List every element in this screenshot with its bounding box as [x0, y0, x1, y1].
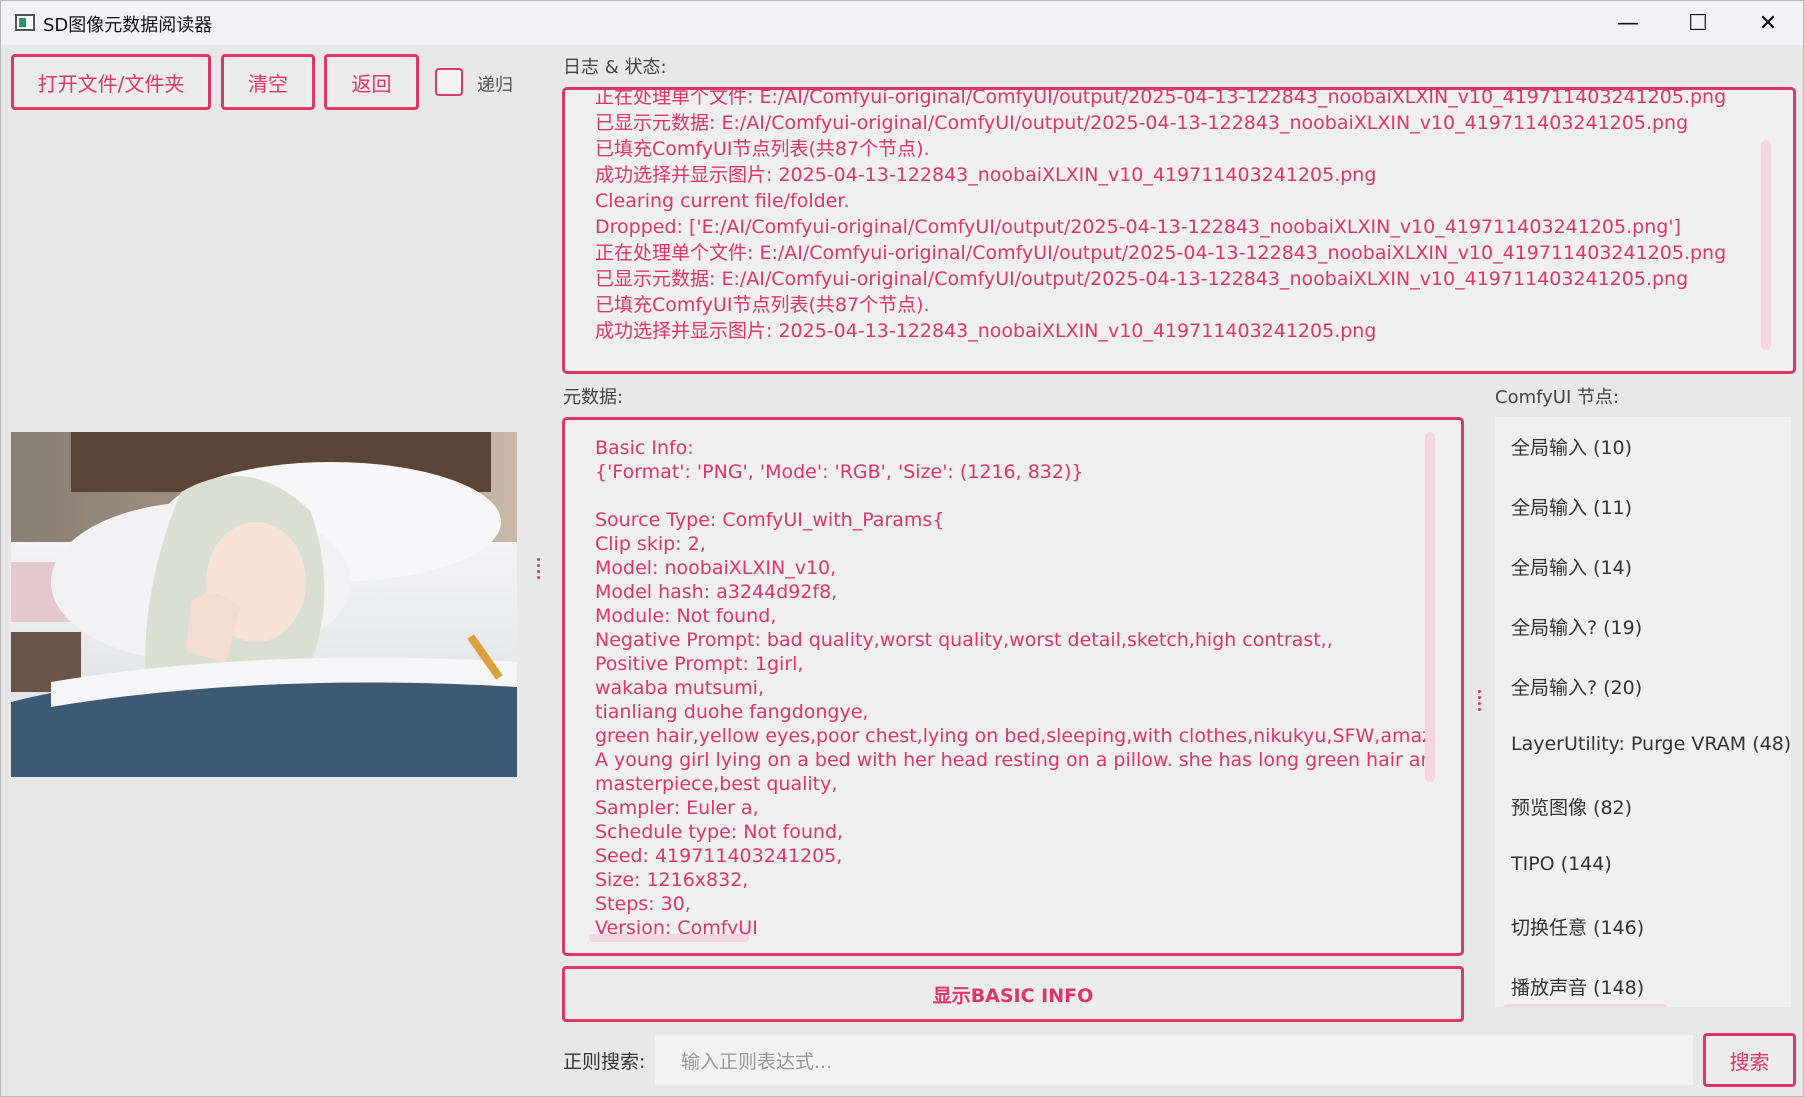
right-splitter-handle[interactable] [1478, 690, 1482, 714]
search-button[interactable]: 搜索 [1703, 1033, 1796, 1087]
image-preview [11, 432, 517, 777]
log-label: 日志 & 状态: [563, 57, 667, 78]
metadata-line: green hair,yellow eyes,poor chest,lying … [595, 725, 1435, 747]
node-list-item[interactable]: 切换任意 (146) [1511, 913, 1644, 940]
log-scrollbar[interactable] [1761, 140, 1771, 350]
maximize-icon[interactable]: ☐ [1663, 1, 1733, 45]
log-line: 正在处理单个文件: E:/AI/Comfyui-original/ComfyUI… [595, 242, 1727, 264]
log-line: 成功选择并显示图片: 2025-04-13-122843_noobaiXLXIN… [595, 164, 1377, 186]
metadata-vscrollbar[interactable] [1425, 432, 1435, 782]
minimize-icon[interactable]: — [1593, 1, 1663, 45]
log-line: 成功选择并显示图片: 2025-04-13-122843_noobaiXLXIN… [595, 320, 1377, 342]
app-icon [15, 14, 35, 31]
title-bar: SD图像元数据阅读器 — ☐ ✕ [1, 1, 1803, 45]
show-basic-info-button[interactable]: 显示BASIC INFO [562, 966, 1464, 1022]
log-line: 正在处理单个文件: E:/AI/Comfyui-original/ComfyUI… [595, 87, 1727, 108]
close-icon[interactable]: ✕ [1733, 1, 1803, 45]
metadata-line: Module: Not found, [595, 605, 777, 627]
metadata-lines: Basic Info: {'Format': 'PNG', 'Mode': 'RG… [595, 436, 1435, 942]
node-list-item[interactable]: 预览图像 (82) [1511, 793, 1632, 820]
metadata-line: Size: 1216x832, [595, 869, 749, 891]
log-line: 已填充ComfyUI节点列表(共87个节点). [595, 138, 930, 160]
log-line: 已显示元数据: E:/AI/Comfyui-original/ComfyUI/o… [595, 268, 1689, 290]
metadata-line: masterpiece,best quality, [595, 773, 838, 795]
node-list-item[interactable]: 全局输入? (19) [1511, 613, 1642, 640]
node-list-item[interactable]: 全局输入 (11) [1511, 493, 1632, 520]
log-line: 已显示元数据: E:/AI/Comfyui-original/ComfyUI/o… [595, 112, 1689, 134]
metadata-line: Seed: 419711403241205, [595, 845, 843, 867]
log-lines: 正在处理单个文件: E:/AI/Comfyui-original/ComfyUI… [595, 87, 1727, 344]
metadata-line: Schedule type: Not found, [595, 821, 844, 843]
metadata-hscrollbar[interactable] [589, 934, 749, 942]
metadata-line: Source Type: ComfyUI_with_Params{ [595, 509, 945, 531]
log-panel[interactable]: 正在处理单个文件: E:/AI/Comfyui-original/ComfyUI… [562, 87, 1796, 374]
log-line: 已填充ComfyUI节点列表(共87个节点). [595, 294, 930, 316]
metadata-line: Clip skip: 2, [595, 533, 706, 555]
recursive-label: 递归 [477, 75, 513, 96]
left-splitter-handle[interactable] [537, 558, 541, 582]
node-list-item[interactable]: LayerUtility: Purge VRAM (48) [1511, 733, 1791, 755]
metadata-line: tianliang duohe fangdongye, [595, 701, 869, 723]
metadata-line: {'Format': 'PNG', 'Mode': 'RGB', 'Size':… [595, 461, 1084, 483]
nodes-list[interactable]: 全局输入 (10) 全局输入 (11) 全局输入 (14) 全局输入? (19) 全局输… [1495, 417, 1791, 1007]
image-preview-artwork [11, 432, 517, 777]
metadata-line: Model: noobaiXLXIN_v10, [595, 557, 837, 579]
node-list-item[interactable]: 全局输入 (10) [1511, 433, 1632, 460]
nodes-label: ComfyUI 节点: [1495, 387, 1620, 408]
nodes-hscrollbar[interactable] [1503, 1004, 1667, 1007]
regex-search-input[interactable]: 输入正则表达式... [655, 1035, 1693, 1085]
log-line: Clearing current file/folder. [595, 190, 850, 212]
metadata-line: Positive Prompt: 1girl, [595, 653, 804, 675]
regex-search-label: 正则搜索: [563, 1051, 646, 1073]
window-title: SD图像元数据阅读器 [43, 15, 213, 36]
recursive-checkbox[interactable] [435, 68, 463, 96]
metadata-line [595, 484, 1435, 508]
metadata-line: Sampler: Euler a, [595, 797, 759, 819]
log-line: Dropped: ['E:/AI/Comfyui-original/ComfyU… [595, 216, 1681, 238]
clear-button[interactable]: 清空 [221, 54, 315, 110]
node-list-item[interactable]: 全局输入? (20) [1511, 673, 1642, 700]
metadata-line: wakaba mutsumi, [595, 677, 765, 699]
metadata-line: Steps: 30, [595, 893, 691, 915]
back-button[interactable]: 返回 [324, 54, 419, 110]
node-list-item[interactable]: 播放声音 (148) [1511, 973, 1644, 1000]
node-list-item[interactable]: 全局输入 (14) [1511, 553, 1632, 580]
metadata-line: Basic Info: [595, 437, 694, 459]
open-file-folder-button[interactable]: 打开文件/文件夹 [11, 54, 211, 110]
app-window: SD图像元数据阅读器 — ☐ ✕ 打开文件/文件夹 清空 返回 递归 日志 & … [0, 0, 1804, 1097]
metadata-line: A young girl lying on a bed with her hea… [595, 749, 1435, 771]
metadata-panel[interactable]: Basic Info: {'Format': 'PNG', 'Mode': 'RG… [562, 417, 1464, 956]
metadata-label: 元数据: [563, 387, 624, 408]
metadata-line: Model hash: a3244d92f8, [595, 581, 838, 603]
node-list-item[interactable]: TIPO (144) [1511, 853, 1612, 875]
metadata-line: Negative Prompt: bad quality,worst quali… [595, 629, 1333, 651]
